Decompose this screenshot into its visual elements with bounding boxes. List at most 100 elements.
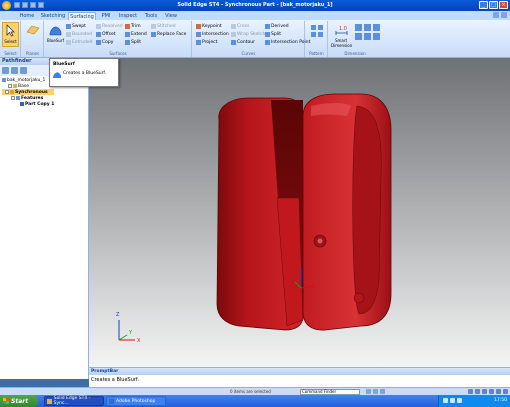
curve-split-label: Split [271,31,281,37]
stitched-icon [151,23,156,29]
group-curves-label: Curves [241,51,256,56]
taskbar-item-solid-edge-label: Solid Edge ST4 - Sync... [53,396,91,406]
coordinate-icon[interactable] [373,24,380,31]
fit-icon[interactable] [482,389,487,394]
taskbar-item-photoshop[interactable]: Adobe Photoshop [106,396,166,406]
taskbar-item-solid-edge[interactable]: Solid Edge ST4 - Sync... [44,396,104,406]
minimize-button[interactable]: _ [479,1,488,9]
cross-icon [231,23,236,29]
base-icon [13,84,17,88]
zoom-area-icon[interactable] [380,389,385,394]
copy-label: Copy [102,39,114,45]
select-button-label: Select [4,39,17,44]
taskbar: Start Solid Edge ST4 - Sync... Adobe Pho… [0,395,510,407]
offset-button[interactable]: Offset [96,31,116,37]
trim-button[interactable]: Trim [125,23,141,29]
shading-icon[interactable] [503,389,508,394]
dimension-tools [355,24,380,40]
extend-button[interactable]: Extend [125,31,147,37]
contour-button[interactable]: Contour [231,39,255,45]
bluesurf-button[interactable]: BlueSurf [47,22,64,47]
cross-button[interactable]: Cross [231,23,249,29]
swept-button[interactable]: Swept [66,23,86,29]
tab-view[interactable]: View [163,12,179,20]
axis-label-z: Z [116,312,120,318]
bounded-button[interactable]: Bounded [66,31,92,37]
stitched-button[interactable]: Stitched [151,23,176,29]
smart-dimension-icon: 1.0 [335,26,347,35]
bounded-label: Bounded [72,31,93,37]
derived-button[interactable]: Derived [265,23,289,29]
extruded-button[interactable]: Extruded [66,39,92,45]
tab-surfacing[interactable]: Surfacing [68,12,96,20]
intersection-point-button[interactable]: Intersection Point [265,39,310,45]
bluesurf-label: BlueSurf [47,38,64,43]
view-controls [468,389,508,394]
replace-face-button[interactable]: Replace Face [151,31,186,37]
filter-icon[interactable] [2,67,9,74]
extend-icon [125,31,130,37]
network-icon[interactable] [443,398,448,403]
derived-icon [265,23,270,29]
plane-icon[interactable] [26,24,40,36]
split-button[interactable]: Split [125,39,141,45]
tab-home[interactable]: Home [17,12,37,20]
prompt-bar: PromptBar Creates a BlueSurf. [89,367,510,387]
layers-icon[interactable] [20,67,27,74]
minimize-ribbon-icon[interactable] [501,12,507,18]
wrap-sketch-button[interactable]: Wrap Sketch [231,31,265,37]
chamfer-dim-icon[interactable] [364,33,371,40]
tab-inspect[interactable]: Inspect [117,12,139,20]
checkbox-icon[interactable] [8,84,12,88]
tree-item-synchronous-label: Synchronous [15,89,48,95]
pattern-icon[interactable] [310,24,324,38]
tree-item-part-copy[interactable]: Part Copy 1 [2,101,54,107]
part-file-icon [2,78,6,82]
revolved-button[interactable]: Revolved [96,23,123,29]
rotate-icon[interactable] [496,389,501,394]
start-button[interactable]: Start [0,395,38,407]
group-dimension-label: Dimension [344,51,366,56]
view-icon[interactable] [373,389,378,394]
intersection-icon [196,31,201,37]
distance-icon[interactable] [355,24,362,31]
keypoint-button[interactable]: Keypoint [196,23,222,29]
svg-text:1.0: 1.0 [339,26,347,32]
tab-tools[interactable]: Tools [142,12,160,20]
curve-split-button[interactable]: Split [265,31,281,37]
tab-sketching[interactable]: Sketching [40,12,66,20]
collapse-icon[interactable] [5,90,9,94]
close-button[interactable]: × [499,1,508,9]
select-button[interactable]: Select [2,22,19,47]
copy-button[interactable]: Copy [96,39,113,45]
group-dimension: 1.0 Smart Dimension Dimension [329,21,381,57]
symmetric-icon[interactable] [355,33,362,40]
group-surfaces-label: Surfaces [109,51,127,56]
project-button[interactable]: Project [196,39,217,45]
part-icon[interactable] [11,67,18,74]
angle-icon[interactable] [364,24,371,31]
security-icon[interactable] [457,398,462,403]
text-style-icon[interactable] [373,33,380,40]
start-label: Start [11,397,29,405]
taskbar-item-photoshop-label: Adobe Photoshop [116,398,156,404]
contour-icon [231,39,236,45]
zoom-in-icon[interactable] [468,389,473,394]
part-highlight [311,103,351,116]
volume-icon[interactable] [450,398,455,403]
hole-highlight [317,238,323,244]
pan-icon[interactable] [489,389,494,394]
collapse-icon[interactable] [11,96,15,100]
split-label: Split [131,39,141,45]
help-icon[interactable] [493,12,499,18]
tree-item-base-label: Base [18,83,29,89]
search-icon[interactable] [366,389,371,394]
tab-pmi[interactable]: PMI [98,12,114,20]
maximize-button[interactable]: □ [489,1,498,9]
smart-dimension-button[interactable]: 1.0 Smart Dimension [331,22,352,48]
zoom-out-icon[interactable] [475,389,480,394]
tooltip-description: Creates a BlueSurf. [63,71,107,76]
graphics-window[interactable]: Z X Y [89,58,510,367]
intersection-button[interactable]: Intersection [196,31,229,37]
group-planes-label: Planes [25,51,40,56]
